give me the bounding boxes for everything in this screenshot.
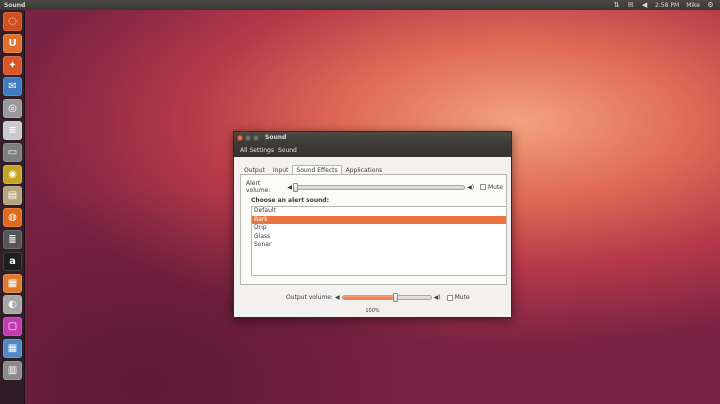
workspace-icon[interactable]: ▦ [3, 339, 22, 358]
sound-item-glass[interactable]: Glass [252, 233, 506, 242]
sound-item-bark[interactable]: Bark [252, 215, 506, 224]
amazon-icon[interactable]: a [3, 251, 22, 271]
output-volume-label: Output volume: [286, 294, 333, 301]
clock[interactable]: 2:58 PM [655, 2, 679, 9]
window-title: Sound [265, 134, 287, 141]
sound-item-drip[interactable]: Drip [252, 224, 506, 233]
alert-volume-thumb[interactable] [292, 182, 298, 192]
sound-window: Sound All Settings Sound Output Input So… [233, 131, 512, 318]
alert-mute-checkbox[interactable] [480, 184, 486, 190]
document-icon[interactable]: ≡ [3, 121, 22, 140]
chromium-icon[interactable]: ◍ [3, 208, 22, 228]
software-center-icon[interactable]: ≣ [3, 230, 22, 249]
mail-icon[interactable]: ✉ [627, 1, 634, 9]
alert-mute-label[interactable]: Mute [488, 184, 503, 191]
power-icon[interactable]: ⚙ [707, 1, 714, 9]
firefox-icon[interactable]: ✦ [3, 55, 22, 75]
launcher: ◌ U ✦ ✉ ◎ ≡ ▭ ◉ ▤ ◍ ≣ a ▦ ◐ ▢ ▦ ▥ [0, 10, 25, 404]
sound-settings-icon[interactable]: ◐ [3, 295, 22, 315]
top-panel: Sound ⇅ ✉ ◀ 2:58 PM Mike ⚙ [0, 0, 720, 10]
alert-sound-list[interactable]: Default Bark Drip Glass Sonar [251, 206, 507, 276]
rhythmbox-icon[interactable]: ◉ [3, 164, 22, 184]
active-window-title: Sound [4, 1, 26, 9]
speaker-low-icon: ◀ [335, 294, 340, 301]
output-volume-fill [342, 296, 396, 299]
breadcrumb-sound[interactable]: Sound [278, 147, 297, 154]
ubuntu-dash-icon[interactable]: ◌ [3, 12, 22, 31]
settings-toolbar: All Settings Sound [234, 143, 511, 157]
speaker-high-icon: ◀) [467, 183, 475, 191]
close-icon[interactable] [237, 134, 243, 141]
network-icon[interactable]: ⇅ [613, 1, 620, 9]
indicator-tray: ⇅ ✉ ◀ 2:58 PM Mike ⚙ [613, 1, 720, 9]
window-app-icon[interactable]: ▢ [3, 317, 22, 337]
window-titlebar[interactable]: Sound [234, 132, 511, 143]
sound-item-sonar[interactable]: Sonar [252, 241, 506, 250]
alert-volume-slider[interactable] [292, 182, 466, 192]
archive-icon[interactable]: ▤ [3, 186, 22, 206]
sound-item-default[interactable]: Default [252, 207, 506, 216]
all-settings-button[interactable]: All Settings [240, 147, 274, 154]
output-volume-thumb[interactable] [393, 293, 399, 302]
thunderbird-icon[interactable]: ✉ [3, 77, 22, 97]
speaker-low-icon: ◀ [287, 183, 292, 191]
disk-icon[interactable]: ◎ [3, 99, 22, 119]
minimize-icon[interactable] [245, 134, 251, 141]
maximize-icon[interactable] [253, 134, 259, 141]
volume-icon[interactable]: ◀ [641, 1, 648, 9]
speaker-high-icon: ◀) [433, 294, 441, 301]
install-icon[interactable]: ▦ [3, 273, 22, 293]
trash-icon[interactable]: ▥ [3, 360, 22, 380]
alert-volume-row: Alert volume: ◀ ◀) Mute [246, 180, 503, 194]
output-mute-label[interactable]: Mute [455, 294, 470, 301]
output-mute-checkbox[interactable] [446, 294, 453, 301]
output-volume-percent: 100% [365, 308, 380, 314]
user-name[interactable]: Mike [686, 2, 700, 9]
output-volume-row: Output volume: ◀ ◀) Mute [286, 293, 470, 302]
choose-sound-label: Choose an alert sound: [251, 197, 330, 204]
files-icon[interactable]: U [3, 33, 22, 53]
monitor-icon[interactable]: ▭ [3, 142, 22, 162]
alert-volume-label: Alert volume: [246, 180, 271, 194]
sound-effects-panel: Alert volume: ◀ ◀) Mute Choose an alert … [240, 174, 507, 285]
output-volume-slider[interactable] [341, 293, 432, 302]
